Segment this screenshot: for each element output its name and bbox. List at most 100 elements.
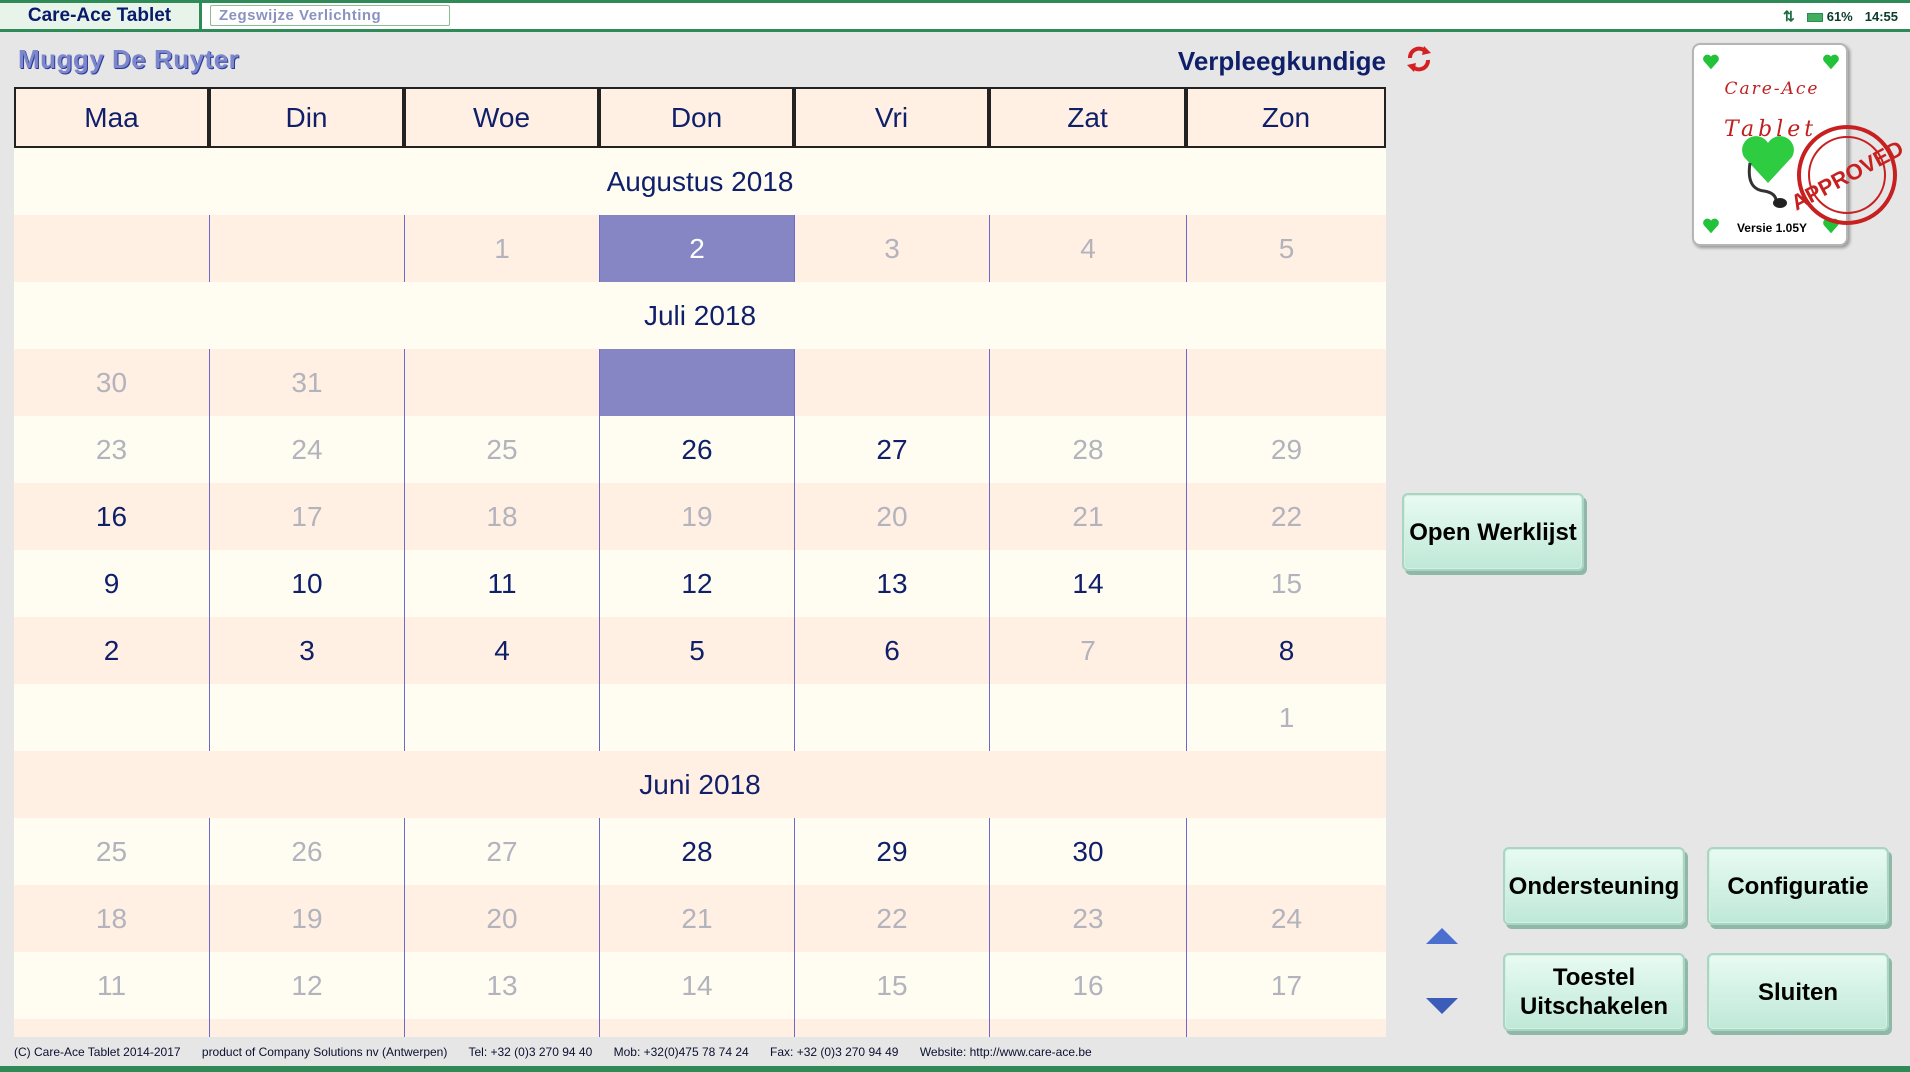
calendar-day-cell[interactable]: 20 [404,885,599,952]
calendar-day-cell[interactable] [209,215,404,282]
configuration-button[interactable]: Configuratie [1707,847,1889,925]
calendar-day-cell[interactable]: 12 [209,952,404,1019]
calendar-day-cell[interactable]: 11 [404,550,599,617]
calendar-day-cell[interactable]: 12 [599,550,794,617]
calendar-day-cell[interactable]: 30 [14,349,209,416]
status-bar: ⇅ 61% 14:55 [1783,3,1898,29]
calendar-day-cell[interactable]: 17 [1186,952,1386,1019]
calendar-day-cell[interactable]: 2 [14,617,209,684]
calendar-day-cell[interactable] [989,1019,1186,1037]
calendar-day-cell[interactable]: 25 [404,416,599,483]
calendar-day-cell[interactable]: 18 [404,483,599,550]
calendar-day-cell[interactable]: 7 [989,617,1186,684]
week-row: 2345678 [14,617,1386,684]
calendar-day-cell[interactable]: 4 [404,617,599,684]
calendar-day-cell[interactable]: 25 [14,818,209,885]
scroll-down-icon[interactable] [1424,996,1460,1016]
weekday-header-cell: Din [209,87,404,148]
calendar-day-cell[interactable] [209,684,404,751]
week-row: 25 26 27 28 29 30 [14,818,1386,885]
week-row [14,1019,1386,1037]
refresh-icon[interactable] [1404,44,1434,74]
calendar-day-cell[interactable]: 9 [14,550,209,617]
heart-icon [1823,54,1839,70]
calendar-day-cell[interactable] [14,215,209,282]
top-bar: Care-Ace Tablet Zegswijze Verlichting ⇅ … [0,0,1910,32]
calendar-day-cell[interactable]: 14 [599,952,794,1019]
week-row: 30 31 [14,349,1386,416]
calendar-day-cell[interactable] [599,1019,794,1037]
calendar-day-cell[interactable]: 1 [1186,684,1386,751]
calendar-day-cell[interactable] [599,349,794,416]
calendar-day-cell[interactable]: 4 [989,215,1186,282]
calendar-day-cell[interactable]: 1 [404,215,599,282]
calendar-day-cell[interactable]: 27 [404,818,599,885]
calendar-day-cell[interactable]: 24 [1186,885,1386,952]
calendar-day-cell[interactable] [404,1019,599,1037]
calendar-day-cell[interactable]: 8 [1186,617,1386,684]
calendar-day-cell[interactable]: 23 [989,885,1186,952]
calendar-day-cell[interactable]: 14 [989,550,1186,617]
calendar-day-cell[interactable]: 30 [989,818,1186,885]
calendar-day-cell[interactable]: 16 [989,952,1186,1019]
calendar-day-cell[interactable]: 11 [14,952,209,1019]
footer-website[interactable]: Website: http://www.care-ace.be [920,1045,1092,1059]
week-row: 12345 [14,215,1386,282]
calendar-day-cell[interactable]: 28 [989,416,1186,483]
calendar-day-cell[interactable]: 28 [599,818,794,885]
calendar-day-cell[interactable]: 15 [794,952,989,1019]
calendar-day-cell[interactable]: 22 [794,885,989,952]
calendar-day-cell[interactable]: 20 [794,483,989,550]
calendar-day-cell[interactable]: 13 [404,952,599,1019]
calendar-day-cell[interactable]: 13 [794,550,989,617]
shutdown-label-line2: Uitschakelen [1519,993,1669,1020]
calendar-day-cell[interactable]: 23 [14,416,209,483]
calendar-day-cell[interactable] [14,1019,209,1037]
calendar-day-cell[interactable] [599,684,794,751]
calendar-day-cell[interactable] [209,1019,404,1037]
calendar-day-cell[interactable]: 17 [209,483,404,550]
calendar-day-cell[interactable]: 24 [209,416,404,483]
calendar-day-cell[interactable]: 18 [14,885,209,952]
open-worklist-button[interactable]: Open Werklijst [1402,493,1584,571]
shutdown-button[interactable]: Toestel Uitschakelen [1503,953,1685,1031]
calendar-day-cell[interactable]: 15 [1186,550,1386,617]
calendar-day-cell[interactable] [989,349,1186,416]
calendar-day-cell[interactable]: 6 [794,617,989,684]
calendar-day-cell[interactable] [1186,349,1386,416]
calendar-day-cell[interactable]: 19 [599,483,794,550]
calendar-day-cell[interactable]: 29 [794,818,989,885]
calendar-day-cell[interactable]: 29 [1186,416,1386,483]
calendar-day-cell[interactable]: 19 [209,885,404,952]
calendar-day-cell[interactable] [14,684,209,751]
calendar-day-cell[interactable]: 2 [599,215,794,282]
calendar-day-cell[interactable]: 27 [794,416,989,483]
secondary-tab[interactable]: Zegswijze Verlichting [210,5,450,26]
calendar-day-cell[interactable]: 5 [599,617,794,684]
calendar-day-cell[interactable]: 31 [209,349,404,416]
calendar-day-cell[interactable] [989,684,1186,751]
calendar-day-cell[interactable]: 22 [1186,483,1386,550]
calendar-day-cell[interactable] [794,1019,989,1037]
care-ace-logo: Care-Ace Tablet APPROVED Versie 1.05Y [1692,43,1904,246]
calendar-day-cell[interactable]: 10 [209,550,404,617]
support-button[interactable]: Ondersteuning [1503,847,1685,925]
calendar-day-cell[interactable]: 3 [794,215,989,282]
calendar-day-cell[interactable]: 26 [599,416,794,483]
calendar-day-cell[interactable] [1186,1019,1386,1037]
calendar-day-cell[interactable]: 5 [1186,215,1386,282]
calendar-day-cell[interactable] [794,349,989,416]
calendar-day-cell[interactable] [404,684,599,751]
close-button[interactable]: Sluiten [1707,953,1889,1031]
bottom-border [0,1066,1910,1072]
calendar-day-cell[interactable]: 3 [209,617,404,684]
calendar-day-cell[interactable]: 26 [209,818,404,885]
calendar-day-cell[interactable] [1186,818,1386,885]
calendar-day-cell[interactable] [404,349,599,416]
scroll-up-icon[interactable] [1424,926,1460,946]
calendar-day-cell[interactable]: 16 [14,483,209,550]
app-tab[interactable]: Care-Ace Tablet [0,3,202,29]
calendar-day-cell[interactable]: 21 [989,483,1186,550]
calendar-day-cell[interactable] [794,684,989,751]
calendar-day-cell[interactable]: 21 [599,885,794,952]
